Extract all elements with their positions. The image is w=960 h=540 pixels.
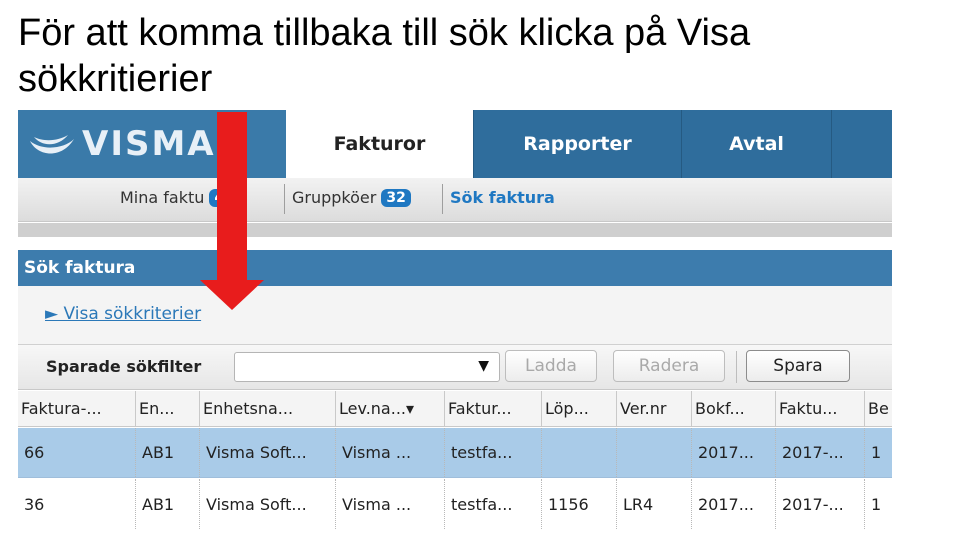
subnav-sok-faktura[interactable]: Sök faktura	[450, 188, 555, 207]
table-cell: Visma Soft...	[200, 479, 336, 529]
tab-label: Fakturor	[333, 133, 426, 155]
saved-filters-select[interactable]: ▼	[234, 352, 500, 382]
tab-rapporter[interactable]: Rapporter	[473, 110, 681, 178]
column-header[interactable]: Faktur...	[445, 391, 542, 426]
table-cell: testfa...	[445, 428, 542, 477]
divider	[284, 184, 285, 214]
count-badge: 4	[209, 188, 230, 207]
table-cell: Visma ...	[336, 479, 445, 529]
table-row[interactable]: 36 AB1 Visma Soft... Visma ... testfa...…	[18, 479, 892, 529]
top-navigation: VISMA Fakturor Rapporter Avtal	[18, 110, 892, 178]
table-cell	[542, 428, 617, 477]
tab-empty	[831, 110, 892, 178]
visma-logo[interactable]: VISMA	[18, 110, 286, 178]
table-cell: 2017-...	[776, 428, 865, 477]
dropdown-arrow-icon: ▼	[478, 358, 489, 374]
table-cell: 2017...	[692, 479, 776, 529]
subnav-label: Mina faktu	[120, 188, 205, 207]
table-cell: 2017-...	[776, 479, 865, 529]
column-header[interactable]: Löp...	[542, 391, 617, 426]
table-header-row: Faktura-... En... Enhetsna... Lev.na...▾…	[18, 391, 892, 427]
load-button[interactable]: Ladda	[505, 350, 597, 382]
column-header[interactable]: Be	[865, 391, 892, 426]
save-button[interactable]: Spara	[746, 350, 850, 382]
table-cell: 66	[18, 428, 136, 477]
column-header[interactable]: Faktura-...	[18, 391, 136, 426]
table-cell: 1156	[542, 479, 617, 529]
divider	[442, 184, 443, 214]
table-row-selected[interactable]: 66 AB1 Visma Soft... Visma ... testfa...…	[18, 428, 892, 478]
tab-fakturor[interactable]: Fakturor	[286, 110, 473, 178]
app-screenshot: VISMA Fakturor Rapporter Avtal Mina fakt…	[18, 110, 892, 535]
table-cell: 36	[18, 479, 136, 529]
tab-avtal[interactable]: Avtal	[681, 110, 831, 178]
table-cell: 1	[871, 443, 882, 462]
section-header: Sök faktura	[18, 250, 892, 286]
column-header[interactable]: En...	[136, 391, 200, 426]
column-header[interactable]: Lev.na...▾	[336, 391, 445, 426]
table-cell: Visma Soft...	[200, 428, 336, 477]
tab-label: Rapporter	[523, 133, 632, 155]
table-cell	[617, 428, 692, 477]
saved-filters-label: Sparade sökfilter	[46, 357, 202, 376]
count-badge: 32	[381, 188, 411, 207]
subnav-gruppkoer[interactable]: Gruppköer 32	[292, 188, 411, 207]
column-header[interactable]: Bokf...	[692, 391, 776, 426]
table-cell: LR4	[617, 479, 692, 529]
visma-swoosh-icon	[30, 135, 74, 154]
subnav-label: Sök faktura	[450, 188, 555, 207]
logo-text: VISMA	[82, 124, 216, 164]
decorative-stripe	[18, 223, 892, 237]
table-cell: 2017...	[692, 428, 776, 477]
subnav-mina-fakturor[interactable]: Mina faktu 4	[120, 188, 230, 207]
column-header[interactable]: Ver.nr	[617, 391, 692, 426]
sub-navigation: Mina faktu 4 Gruppköer 32 Sök faktura	[18, 178, 892, 222]
criteria-area: ► Visa sökkriterier	[18, 286, 892, 344]
table-cell: testfa...	[445, 479, 542, 529]
show-search-criteria-link[interactable]: ► Visa sökkriterier	[45, 304, 201, 324]
column-header[interactable]: Faktu...	[776, 391, 865, 426]
tab-label: Avtal	[729, 133, 784, 155]
column-header[interactable]: Enhetsna...	[200, 391, 336, 426]
table-cell: AB1	[136, 479, 200, 529]
table-cell: Visma ...	[336, 428, 445, 477]
slide-title: För att komma tillbaka till sök klicka p…	[18, 12, 751, 100]
delete-button[interactable]: Radera	[613, 350, 725, 382]
subnav-label: Gruppköer	[292, 188, 377, 207]
divider	[736, 351, 737, 383]
saved-filters-toolbar: Sparade sökfilter ▼ Ladda Radera Spara	[18, 344, 892, 390]
table-cell: AB1	[136, 428, 200, 477]
table-cell: 1	[871, 494, 882, 514]
